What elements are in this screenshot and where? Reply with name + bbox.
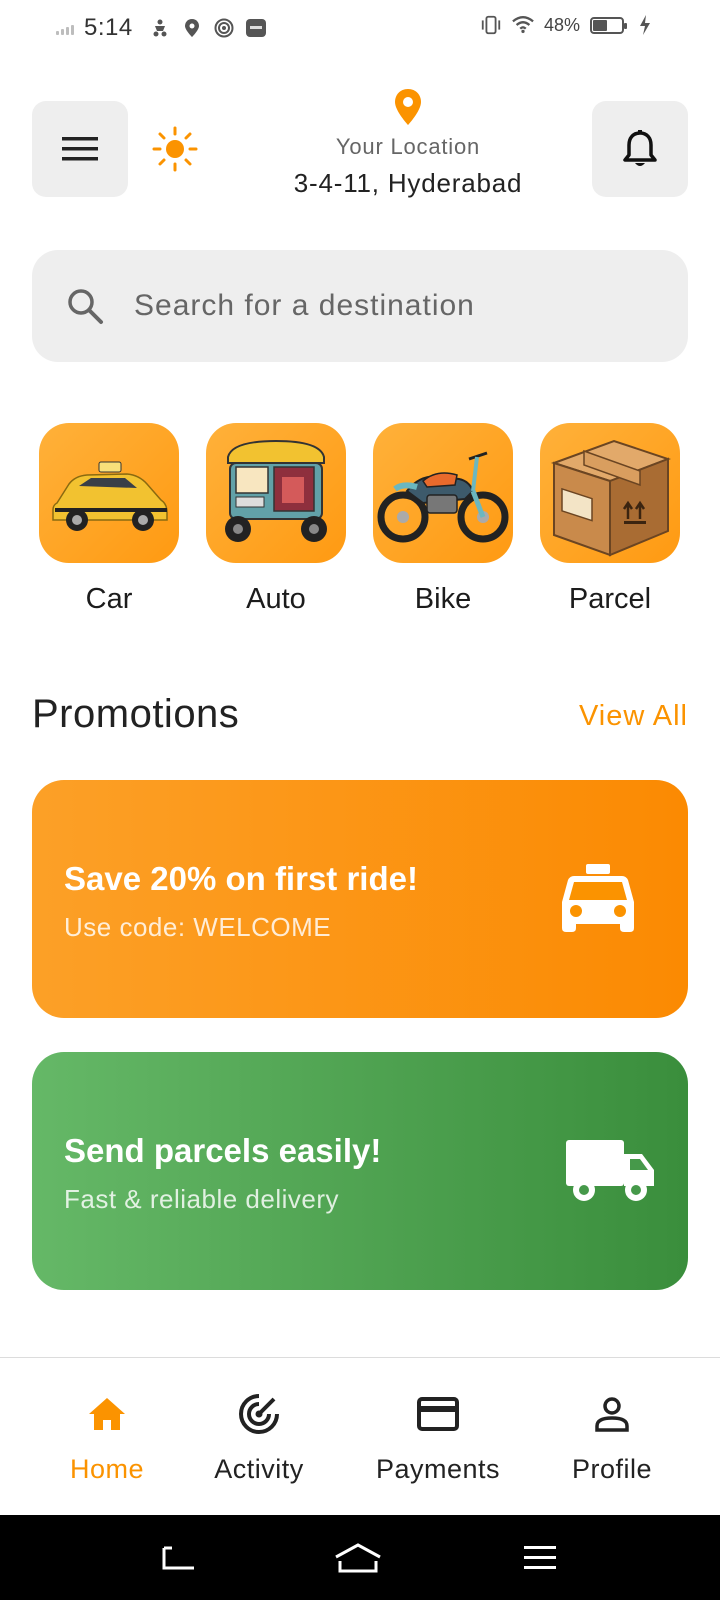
nav-home[interactable]: Home [62, 1392, 152, 1485]
battery-percent: 48% [543, 14, 580, 35]
taxi-car-image [39, 423, 179, 563]
nav-activity[interactable]: Activity [204, 1392, 314, 1485]
promo-card-parcels[interactable]: Send parcels easily! Fast & reliable del… [32, 1052, 688, 1290]
system-navigation-bar [0, 1515, 720, 1600]
charging-bolt-icon [634, 14, 656, 36]
signal-bars-icon [56, 21, 74, 35]
service-label: Car [85, 583, 133, 615]
home-icon [85, 1392, 129, 1436]
home-system-icon[interactable] [334, 1541, 382, 1575]
service-auto[interactable]: Auto [206, 423, 346, 616]
vibrate-icon [480, 14, 502, 36]
auto-rickshaw-image [206, 423, 346, 563]
menu-icon [62, 137, 98, 161]
location-selector[interactable]: Your Location 3-4-11, Hyderabad [260, 88, 556, 199]
nav-label: Payments [375, 1454, 501, 1484]
status-time: 5:14 [84, 14, 133, 41]
notifications-button[interactable] [592, 101, 688, 197]
battery-level [593, 19, 608, 31]
services-row: Car Auto Bike Parcel [0, 423, 720, 623]
bell-icon [623, 130, 657, 166]
location-address: 3-4-11, Hyderabad [293, 168, 523, 198]
promo-subtext: Use code: WELCOME [64, 912, 332, 942]
menu-button[interactable] [32, 101, 128, 197]
wifi-icon [512, 14, 534, 36]
app-icon [245, 17, 267, 39]
service-label: Auto [246, 583, 306, 615]
service-car[interactable]: Car [39, 423, 179, 616]
nav-profile[interactable]: Profile [562, 1392, 662, 1485]
search-icon [68, 289, 103, 324]
battery-icon [590, 16, 627, 34]
sun-icon[interactable] [152, 126, 198, 172]
bottom-navigation: Home Activity Payments Profile [0, 1357, 720, 1515]
location-label: Your Location [335, 134, 481, 159]
back-icon[interactable] [158, 1541, 198, 1575]
service-parcel[interactable]: Parcel [540, 423, 680, 616]
search-input[interactable] [134, 289, 674, 323]
motorcycle-image [373, 423, 513, 563]
promo-heading: Save 20% on first ride! [64, 860, 418, 897]
location-pin-icon [393, 88, 423, 126]
service-label: Bike [414, 583, 472, 615]
recents-menu-icon[interactable] [522, 1541, 558, 1575]
service-label: Parcel [568, 583, 652, 615]
target-icon [213, 17, 235, 39]
activity-icon [237, 1392, 281, 1436]
map-marker-icon [181, 17, 203, 39]
truck-icon [566, 1140, 654, 1201]
section-title: Promotions [32, 692, 240, 736]
promo-card-first-ride[interactable]: Save 20% on first ride! Use code: WELCOM… [32, 780, 688, 1018]
nav-label: Profile [571, 1454, 653, 1484]
service-bike[interactable]: Bike [373, 423, 513, 616]
promo-heading: Send parcels easily! [64, 1132, 382, 1169]
status-bar: 5:14 48% [0, 0, 720, 58]
nav-payments[interactable]: Payments [368, 1392, 508, 1485]
search-bar[interactable] [32, 250, 688, 362]
person-icon [590, 1392, 634, 1436]
parcel-box-image [540, 423, 680, 563]
card-icon [416, 1392, 460, 1436]
nav-label: Activity [214, 1454, 304, 1484]
promo-subtext: Fast & reliable delivery [64, 1184, 339, 1214]
taxi-icon [562, 864, 634, 932]
nav-label: Home [69, 1454, 145, 1484]
view-all-link[interactable]: View All [579, 700, 688, 733]
scooter-icon [149, 17, 171, 39]
